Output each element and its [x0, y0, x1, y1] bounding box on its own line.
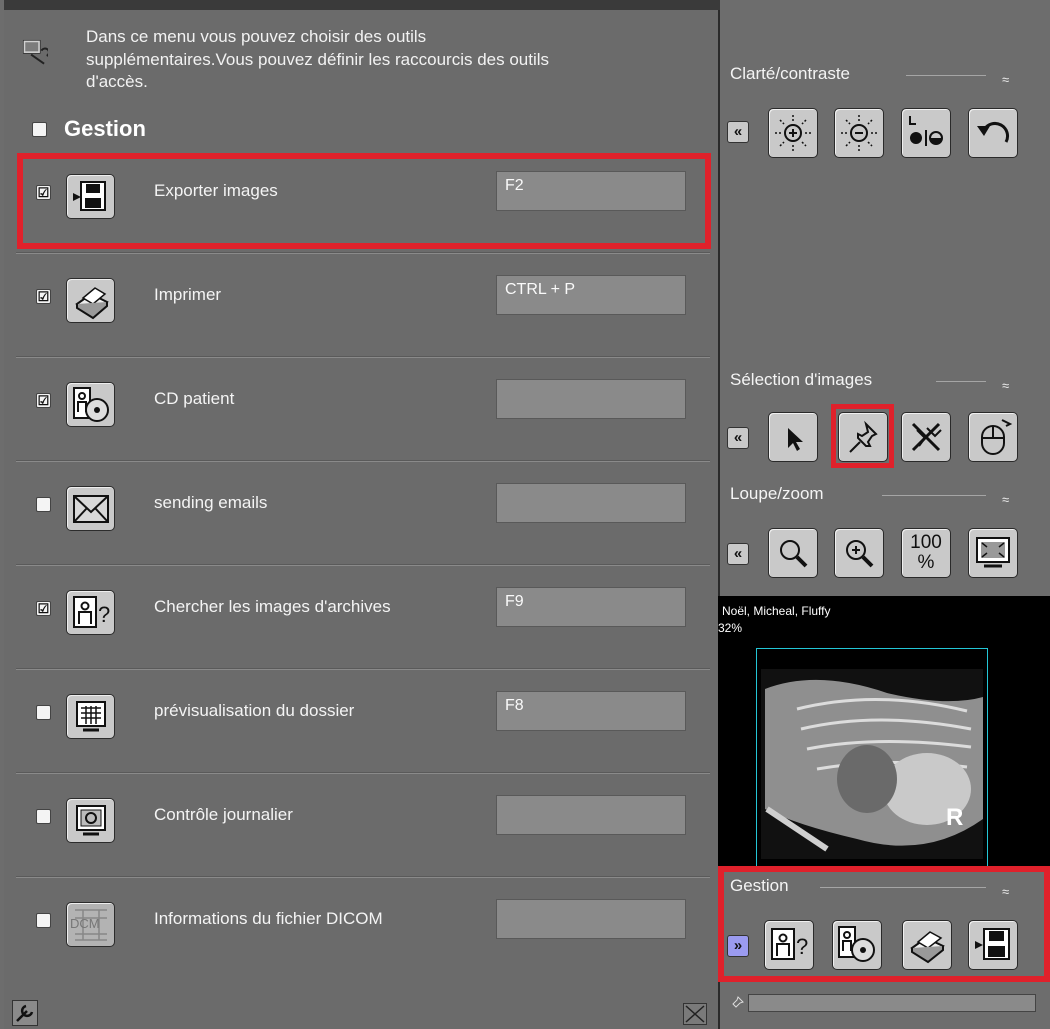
tool-label: Informations du fichier DICOM — [154, 909, 383, 928]
status-bar — [748, 994, 1036, 1012]
contrast-button[interactable] — [901, 108, 951, 158]
intro-line: Dans ce menu vous pouvez choisir des out… — [86, 27, 427, 46]
folder-preview-icon — [66, 694, 115, 739]
section-gestion-checkbox[interactable] — [32, 122, 47, 137]
tool-row-email: sending emails — [16, 460, 710, 565]
svg-text:?: ? — [98, 602, 110, 627]
tool-checkbox[interactable]: ☑ — [36, 289, 51, 304]
tool-checkbox[interactable]: ☑ — [36, 393, 51, 408]
brightness-decrease-button[interactable] — [834, 108, 884, 158]
orientation-marker: R — [946, 804, 964, 831]
printer-icon — [66, 278, 115, 323]
shortcut-field[interactable] — [496, 795, 686, 835]
envelope-icon — [66, 486, 115, 531]
xray-image — [756, 648, 988, 866]
tool-label: prévisualisation du dossier — [154, 701, 355, 720]
collapse-selection-icon[interactable]: ≈ — [1002, 378, 1009, 393]
collapse-brightness-icon[interactable]: ≈ — [1002, 72, 1009, 87]
shortcut-field[interactable] — [496, 379, 686, 419]
tools-settings-icon — [22, 39, 48, 65]
fit-screen-button[interactable] — [968, 528, 1018, 578]
highlight-gestion-group — [718, 866, 1050, 982]
deselect-all-button[interactable] — [901, 412, 951, 462]
collapse-zoom-icon[interactable]: ≈ — [1002, 492, 1009, 507]
tool-checkbox[interactable] — [36, 809, 51, 824]
intro-line: supplémentaires.Vous pouvez définir les … — [86, 49, 550, 69]
expand-brightness-button[interactable]: « — [727, 121, 749, 143]
tool-row-daily-check: Contrôle journalier — [16, 772, 710, 877]
tool-row-patient-cd: ☑ CD patient — [16, 356, 710, 461]
dicom-info-icon: DCM — [66, 902, 115, 947]
shortcut-field[interactable] — [496, 899, 686, 939]
tool-checkbox[interactable] — [36, 497, 51, 512]
brightness-increase-button[interactable] — [768, 108, 818, 158]
tool-label: CD patient — [154, 389, 235, 408]
zoom-level: 32% — [718, 621, 743, 635]
panel-top-strip — [4, 0, 720, 10]
pointer-tool-button[interactable] — [768, 412, 818, 462]
section-title: Gestion — [64, 116, 146, 141]
intro-text: Dans ce menu vous pouvez choisir des out… — [86, 26, 716, 94]
zoom-100-button[interactable]: 100 % — [901, 528, 951, 578]
shortcut-field[interactable]: CTRL + P — [496, 275, 686, 315]
group-divider — [936, 381, 986, 382]
pin-icon — [732, 996, 744, 1008]
tool-row-dicom-info: DCM Informations du fichier DICOM — [16, 876, 710, 980]
group-divider — [906, 75, 986, 76]
group-title-brightness: Clarté/contraste — [730, 64, 850, 83]
shortcut-field[interactable] — [496, 483, 686, 523]
tool-checkbox[interactable] — [36, 913, 51, 928]
tool-label: Contrôle journalier — [154, 805, 293, 824]
expand-selection-button[interactable]: « — [727, 427, 749, 449]
zoom-in-button[interactable] — [834, 528, 884, 578]
daily-check-icon — [66, 798, 115, 843]
tool-checkbox[interactable] — [36, 705, 51, 720]
close-icon[interactable] — [683, 1003, 707, 1025]
tool-label: sending emails — [154, 493, 268, 512]
archive-search-icon: ? — [66, 590, 115, 635]
tool-label: Chercher les images d'archives — [154, 597, 391, 616]
mouse-tool-button[interactable] — [968, 412, 1018, 462]
tool-row-archive-search: ☑ ? Chercher les images d'archives F9 — [16, 564, 710, 669]
magnifier-button[interactable] — [768, 528, 818, 578]
intro-line: d'accès. — [86, 72, 148, 91]
highlight-pin-tool — [831, 404, 894, 468]
tool-row-print: ☑ Imprimer CTRL + P — [16, 252, 710, 357]
reset-brightness-button[interactable] — [968, 108, 1018, 158]
tool-label: Imprimer — [154, 285, 222, 304]
highlight-export-row — [17, 153, 711, 249]
group-title-selection: Sélection d'images — [730, 370, 873, 389]
dicom-icon-text: DCM — [70, 916, 100, 931]
wrench-icon[interactable] — [12, 1000, 38, 1026]
zoom-percent-label: % — [917, 552, 935, 573]
shortcut-field[interactable]: F8 — [496, 691, 686, 731]
group-divider — [882, 495, 986, 496]
tool-row-folder-preview: prévisualisation du dossier F8 — [16, 668, 710, 773]
patient-cd-icon — [66, 382, 115, 427]
image-viewer[interactable]: Noël, Micheal, Fluffy 32% R — [718, 596, 1050, 866]
patient-name: Noël, Micheal, Fluffy — [722, 604, 831, 618]
zoom-100-label: 100 — [910, 532, 942, 553]
group-title-zoom: Loupe/zoom — [730, 484, 824, 503]
shortcut-field[interactable]: F9 — [496, 587, 686, 627]
expand-zoom-button[interactable]: « — [727, 543, 749, 565]
tool-checkbox[interactable]: ☑ — [36, 601, 51, 616]
